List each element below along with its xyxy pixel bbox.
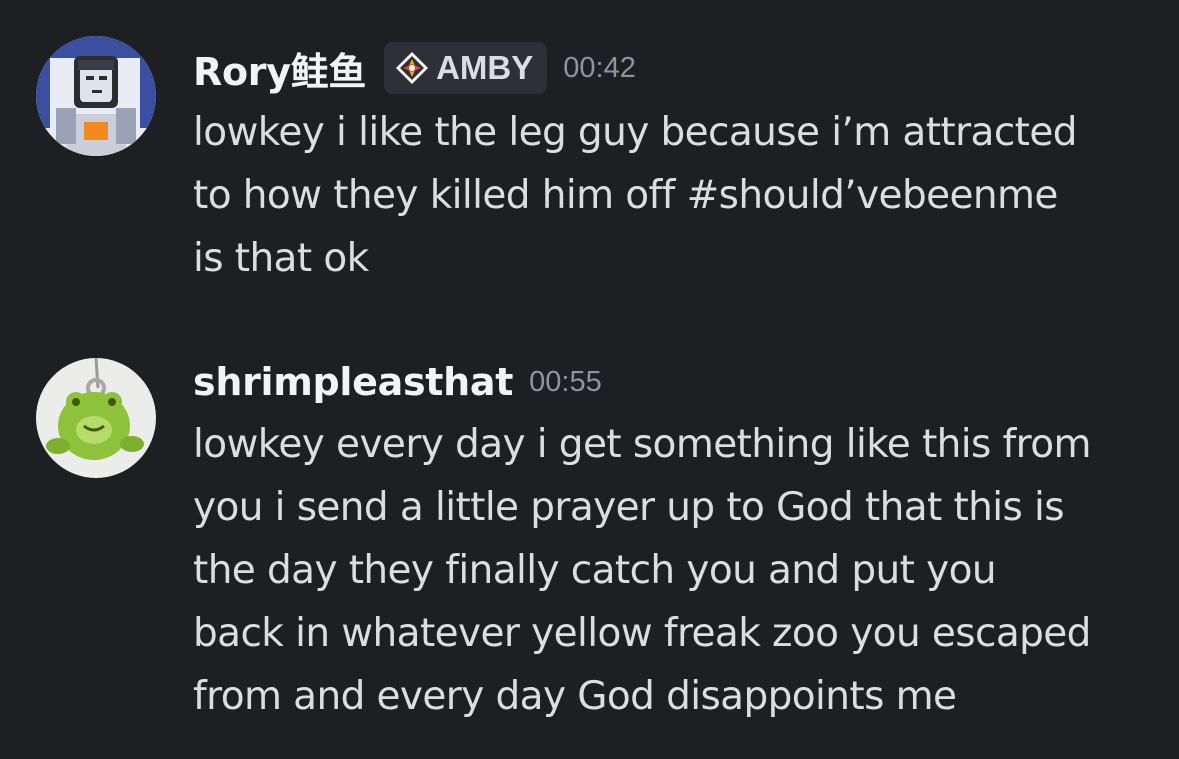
- message-line: lowkey every day i get something like th…: [193, 422, 1092, 467]
- username[interactable]: Rory鲑鱼: [193, 41, 366, 96]
- message-line: back in whatever yellow freak zoo you es…: [193, 611, 1091, 656]
- diamond-compass-icon: [394, 50, 430, 86]
- message-line: you i send a little prayer up to God tha…: [193, 485, 1065, 530]
- message-line: to how they killed him off #should’vebee…: [193, 173, 1058, 218]
- timestamp[interactable]: 00:55: [529, 366, 602, 399]
- message-content: lowkey i like the leg guy because i’m at…: [193, 101, 1163, 290]
- message-line: from and every day God disappoints me: [193, 674, 957, 719]
- avatar[interactable]: [36, 36, 156, 156]
- message-line: is that ok: [193, 236, 369, 281]
- message-header: shrimpleasthat 00:55: [193, 352, 602, 412]
- avatar[interactable]: [36, 358, 156, 478]
- message-header: Rory鲑鱼 AMBY 00:42: [193, 38, 636, 98]
- robot-avatar-icon: [36, 36, 156, 156]
- message-content: lowkey every day i get something like th…: [193, 413, 1163, 728]
- frog-keychain-avatar-icon: [36, 358, 156, 478]
- username[interactable]: shrimpleasthat: [193, 360, 513, 404]
- message-line: the day they finally catch you and put y…: [193, 548, 997, 593]
- message-line: lowkey i like the leg guy because i’m at…: [193, 110, 1078, 155]
- guild-tag-label: AMBY: [436, 49, 534, 86]
- timestamp[interactable]: 00:42: [563, 52, 636, 85]
- guild-tag-badge[interactable]: AMBY: [384, 42, 548, 94]
